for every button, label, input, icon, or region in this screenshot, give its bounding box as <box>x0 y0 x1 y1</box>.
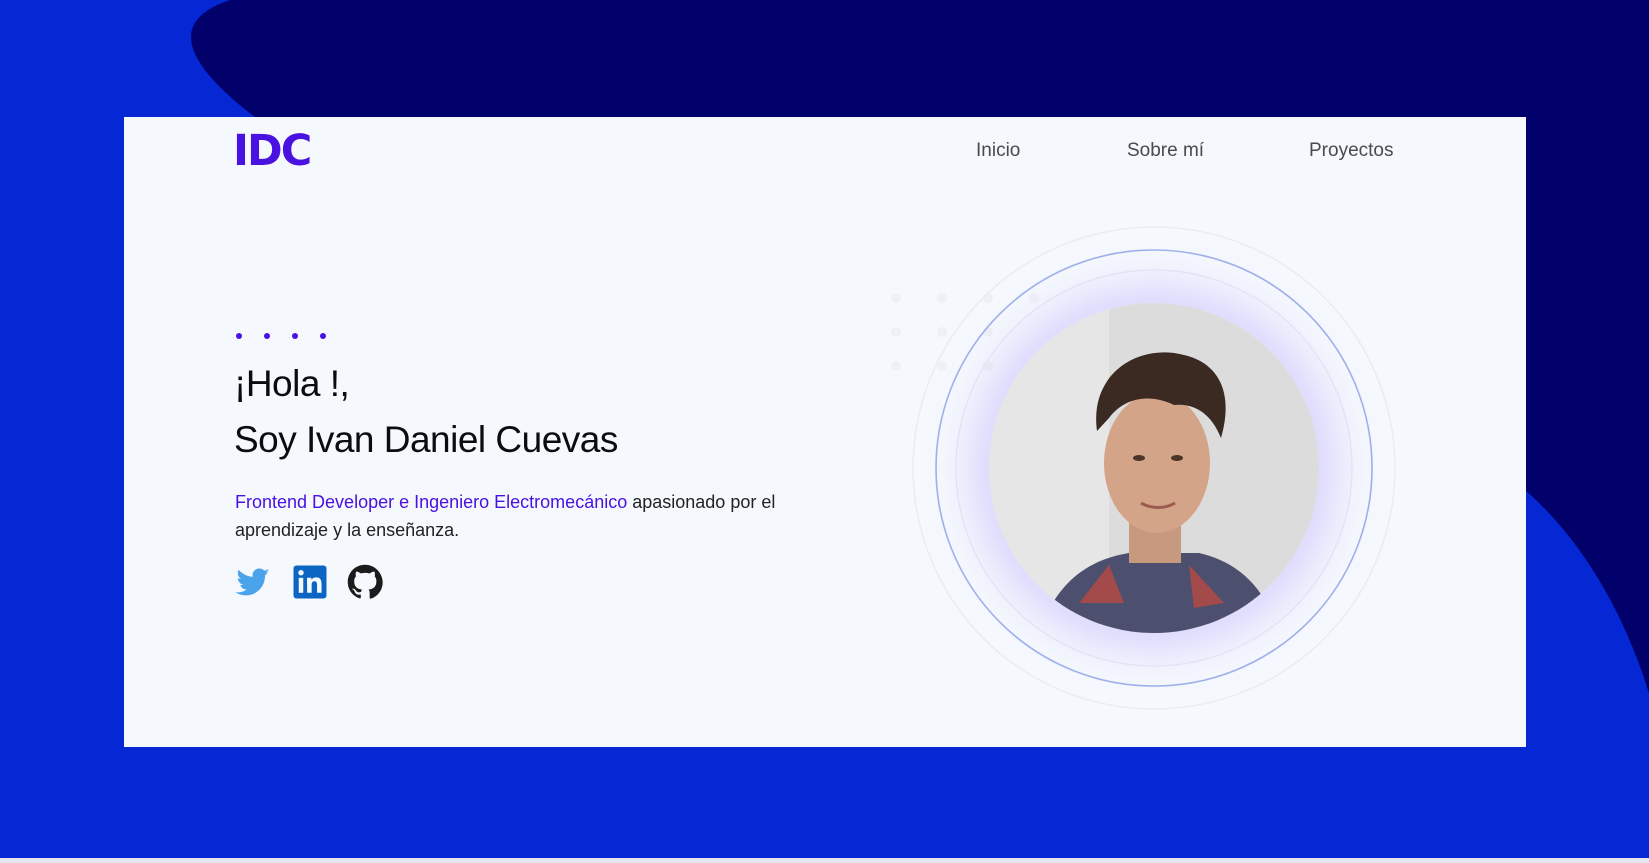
intro-highlight: Frontend Developer e Ingeniero Electrome… <box>235 492 628 512</box>
dot <box>320 333 326 339</box>
profile-photo <box>989 303 1319 633</box>
photo-eye-right <box>1171 455 1183 461</box>
greeting-line-2: Soy Ivan Daniel Cuevas <box>234 419 618 460</box>
dot <box>264 333 270 339</box>
photo-eye-left <box>1133 455 1145 461</box>
profile-photo-illustration <box>989 303 1319 633</box>
twitter-icon[interactable] <box>235 564 271 600</box>
github-icon[interactable] <box>347 564 383 600</box>
photo-face <box>1104 393 1210 533</box>
dot <box>236 333 242 339</box>
hero-card: IDC Inicio Sobre mí Proyectos ¡Hola !, S… <box>124 117 1526 747</box>
linkedin-i-dot <box>298 570 304 576</box>
nav-link-inicio[interactable]: Inicio <box>976 140 1020 162</box>
intro-text: Frontend Developer e Ingeniero Electrome… <box>235 488 855 544</box>
decorative-dots <box>236 333 326 339</box>
linkedin-i-stem <box>298 577 304 593</box>
nav-link-proyectos[interactable]: Proyectos <box>1309 140 1393 162</box>
grid-dot <box>891 327 901 337</box>
greeting-line-1: ¡Hola !, <box>234 363 350 404</box>
grid-dot <box>891 361 901 371</box>
twitter-icon-shape <box>235 568 270 596</box>
bottom-edge <box>0 858 1649 863</box>
github-icon-shape <box>347 564 383 599</box>
dot <box>292 333 298 339</box>
logo[interactable]: IDC <box>233 123 312 179</box>
linkedin-icon[interactable] <box>292 564 328 600</box>
grid-dot <box>891 293 901 303</box>
nav-link-sobre-mi[interactable]: Sobre mí <box>1127 140 1204 162</box>
page-background: IDC Inicio Sobre mí Proyectos ¡Hola !, S… <box>0 0 1649 863</box>
